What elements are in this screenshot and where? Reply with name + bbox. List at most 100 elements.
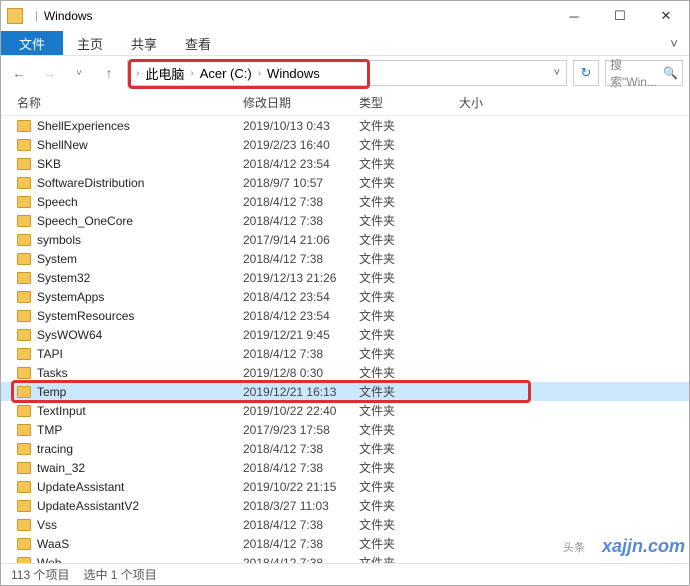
tab-home[interactable]: 主页	[63, 31, 117, 55]
folder-icon	[17, 291, 31, 303]
table-row[interactable]: symbols2017/9/14 21:06文件夹	[1, 230, 689, 249]
col-type[interactable]: 类型	[359, 94, 459, 111]
crumb-folder[interactable]: Windows	[263, 66, 324, 81]
table-row[interactable]: Speech2018/4/12 7:38文件夹	[1, 192, 689, 211]
table-row[interactable]: SoftwareDistribution2018/9/7 10:57文件夹	[1, 173, 689, 192]
chevron-right-icon: ›	[134, 68, 141, 79]
col-date[interactable]: 修改日期	[243, 94, 359, 111]
close-button[interactable]: ✕	[643, 1, 689, 31]
table-row[interactable]: SystemApps2018/4/12 23:54文件夹	[1, 287, 689, 306]
refresh-button[interactable]: ↻	[573, 60, 599, 86]
folder-icon	[17, 424, 31, 436]
file-name: symbols	[37, 233, 243, 247]
ribbon-expand-icon[interactable]: ˅	[659, 31, 689, 55]
table-row[interactable]: SKB2018/4/12 23:54文件夹	[1, 154, 689, 173]
file-name: tracing	[37, 442, 243, 456]
table-row[interactable]: Tasks2019/12/8 0:30文件夹	[1, 363, 689, 382]
forward-button[interactable]: →	[37, 61, 61, 85]
table-row[interactable]: WaaS2018/4/12 7:38文件夹	[1, 534, 689, 553]
table-row[interactable]: twain_322018/4/12 7:38文件夹	[1, 458, 689, 477]
folder-icon	[17, 272, 31, 284]
back-button[interactable]: ←	[7, 61, 31, 85]
file-date: 2018/4/12 7:38	[243, 252, 359, 266]
file-name: System32	[37, 271, 243, 285]
table-row[interactable]: UpdateAssistant2019/10/22 21:15文件夹	[1, 477, 689, 496]
search-input[interactable]: 搜索"Win... 🔍	[605, 60, 683, 86]
folder-icon	[17, 386, 31, 398]
folder-icon	[17, 443, 31, 455]
file-type: 文件夹	[359, 535, 459, 552]
folder-icon	[17, 158, 31, 170]
file-date: 2019/12/8 0:30	[243, 366, 359, 380]
file-type: 文件夹	[359, 136, 459, 153]
folder-icon	[17, 234, 31, 246]
file-date: 2018/4/12 23:54	[243, 157, 359, 171]
file-type: 文件夹	[359, 269, 459, 286]
minimize-button[interactable]: ─	[551, 1, 597, 31]
folder-icon	[17, 120, 31, 132]
search-placeholder: 搜索"Win...	[610, 56, 663, 90]
table-row[interactable]: System322019/12/13 21:26文件夹	[1, 268, 689, 287]
column-headers: 名称 修改日期 类型 大小	[1, 90, 689, 116]
file-type: 文件夹	[359, 440, 459, 457]
crumb-drive[interactable]: Acer (C:)	[196, 66, 256, 81]
file-type: 文件夹	[359, 212, 459, 229]
folder-icon	[17, 462, 31, 474]
file-date: 2019/12/13 21:26	[243, 271, 359, 285]
file-name: SysWOW64	[37, 328, 243, 342]
crumb-root[interactable]: 此电脑	[141, 64, 188, 83]
file-date: 2018/4/12 7:38	[243, 442, 359, 456]
folder-icon	[17, 329, 31, 341]
file-type: 文件夹	[359, 421, 459, 438]
file-type: 文件夹	[359, 497, 459, 514]
table-row[interactable]: tracing2018/4/12 7:38文件夹	[1, 439, 689, 458]
folder-icon	[17, 481, 31, 493]
table-row[interactable]: SysWOW642019/12/21 9:45文件夹	[1, 325, 689, 344]
table-row[interactable]: Speech_OneCore2018/4/12 7:38文件夹	[1, 211, 689, 230]
table-row[interactable]: Temp2019/12/21 16:13文件夹	[1, 382, 689, 401]
address-bar[interactable]: › 此电脑 › Acer (C:) › Windows ˅	[127, 60, 567, 86]
table-row[interactable]: SystemResources2018/4/12 23:54文件夹	[1, 306, 689, 325]
folder-icon	[7, 8, 23, 24]
file-type: 文件夹	[359, 231, 459, 248]
titlebar: | Windows ─ ☐ ✕	[1, 1, 689, 31]
file-name: ShellNew	[37, 138, 243, 152]
file-name: TAPI	[37, 347, 243, 361]
tab-view[interactable]: 查看	[171, 31, 225, 55]
col-size[interactable]: 大小	[459, 94, 539, 111]
file-name: TextInput	[37, 404, 243, 418]
table-row[interactable]: TextInput2019/10/22 22:40文件夹	[1, 401, 689, 420]
table-row[interactable]: ShellExperiences2019/10/13 0:43文件夹	[1, 116, 689, 135]
folder-icon	[17, 139, 31, 151]
file-name: Temp	[37, 385, 243, 399]
maximize-button[interactable]: ☐	[597, 1, 643, 31]
window-title: Windows	[44, 9, 93, 23]
folder-icon	[17, 196, 31, 208]
table-row[interactable]: System2018/4/12 7:38文件夹	[1, 249, 689, 268]
table-row[interactable]: Vss2018/4/12 7:38文件夹	[1, 515, 689, 534]
file-date: 2018/4/12 23:54	[243, 309, 359, 323]
folder-icon	[17, 538, 31, 550]
up-button[interactable]: ↑	[97, 61, 121, 85]
file-date: 2018/4/12 7:38	[243, 537, 359, 551]
file-date: 2019/10/22 21:15	[243, 480, 359, 494]
tab-share[interactable]: 共享	[117, 31, 171, 55]
file-type: 文件夹	[359, 459, 459, 476]
folder-icon	[17, 310, 31, 322]
chevron-right-icon: ›	[256, 68, 263, 79]
file-name: System	[37, 252, 243, 266]
file-type: 文件夹	[359, 402, 459, 419]
status-bar: 113 个项目 选中 1 个项目	[1, 563, 689, 585]
folder-icon	[17, 348, 31, 360]
table-row[interactable]: UpdateAssistantV22018/3/27 11:03文件夹	[1, 496, 689, 515]
tab-file[interactable]: 文件	[1, 31, 63, 55]
table-row[interactable]: TAPI2018/4/12 7:38文件夹	[1, 344, 689, 363]
file-name: UpdateAssistantV2	[37, 499, 243, 513]
col-name[interactable]: 名称	[17, 94, 243, 111]
file-date: 2018/3/27 11:03	[243, 499, 359, 513]
address-dropdown-icon[interactable]: ˅	[554, 67, 560, 79]
table-row[interactable]: TMP2017/9/23 17:58文件夹	[1, 420, 689, 439]
file-type: 文件夹	[359, 117, 459, 134]
recent-dropdown-icon[interactable]: ˅	[67, 61, 91, 85]
table-row[interactable]: ShellNew2019/2/23 16:40文件夹	[1, 135, 689, 154]
